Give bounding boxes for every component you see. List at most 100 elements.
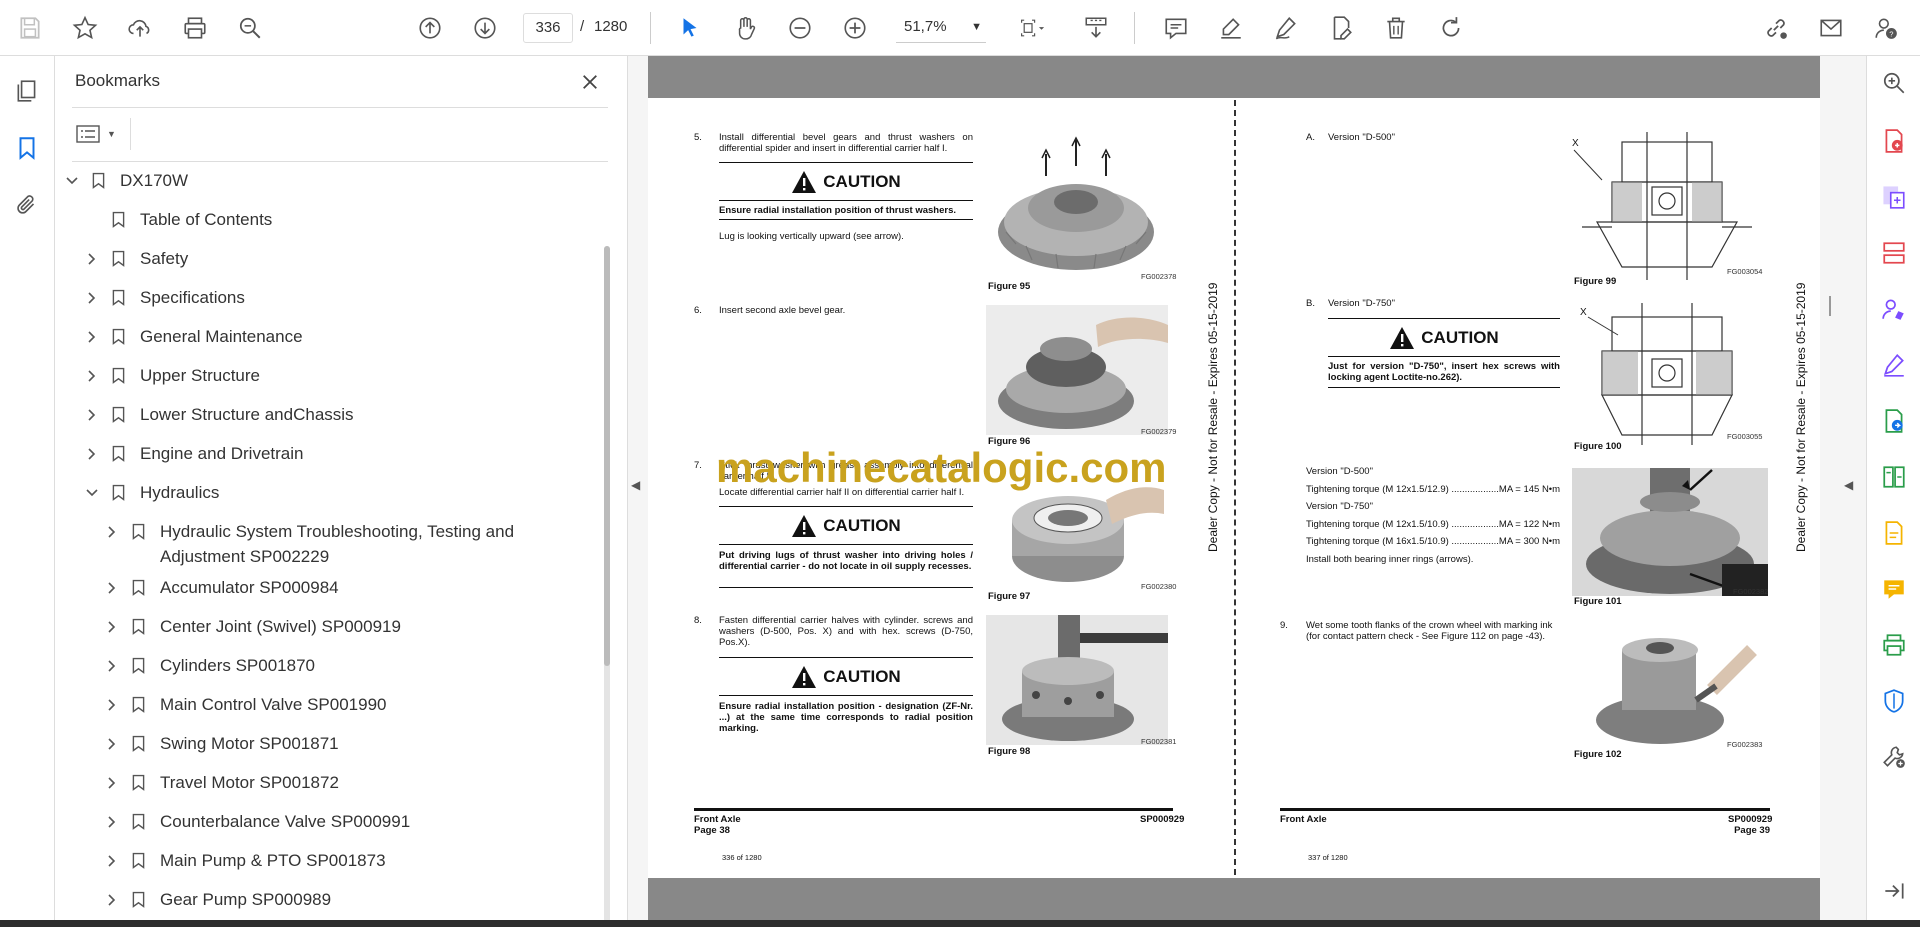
- page-number-input[interactable]: 336: [523, 13, 573, 43]
- collapse-tools-icon[interactable]: [1879, 876, 1909, 906]
- zoom-out-icon[interactable]: [782, 10, 818, 46]
- create-pdf-icon[interactable]: [1879, 182, 1909, 212]
- step-text: Fasten differential carrier halves with …: [719, 615, 973, 648]
- previous-page-icon[interactable]: [412, 10, 448, 46]
- chevron-right-icon[interactable]: [104, 692, 120, 717]
- redo-icon[interactable]: [1433, 10, 1469, 46]
- bookmark-item[interactable]: Hydraulics: [84, 480, 219, 505]
- bookmark-item[interactable]: Main Control Valve SP001990: [104, 692, 530, 717]
- bookmark-item[interactable]: Lower Structure andChassis: [84, 402, 354, 427]
- bookmark-item[interactable]: Accumulator SP000984: [104, 575, 530, 600]
- organize-pages-icon[interactable]: [1879, 238, 1909, 268]
- next-page-icon[interactable]: [467, 10, 503, 46]
- os-taskbar-strip: [0, 920, 1920, 927]
- protect-icon[interactable]: [1879, 686, 1909, 716]
- step-text: Install differential bevel gears and thr…: [719, 132, 973, 154]
- edit-text-icon[interactable]: [1323, 10, 1359, 46]
- account-help-icon[interactable]: ?: [1868, 10, 1904, 46]
- search-icon[interactable]: [232, 10, 268, 46]
- bookmark-item[interactable]: Cylinders SP001870: [104, 653, 530, 678]
- bookmark-options-button[interactable]: ▼: [76, 120, 120, 148]
- export-file-icon[interactable]: [1879, 406, 1909, 436]
- bookmark-item[interactable]: Counterbalance Valve SP000991: [104, 809, 530, 834]
- bookmark-icon: [130, 848, 146, 873]
- draw-pen-icon[interactable]: [1268, 10, 1304, 46]
- scrollbar-thumb[interactable]: [604, 246, 610, 666]
- bookmark-icon: [90, 168, 106, 193]
- compare-files-icon[interactable]: [1879, 462, 1909, 492]
- bookmarks-panel-icon[interactable]: [10, 131, 44, 165]
- bookmark-item[interactable]: Travel Motor SP001872: [104, 770, 530, 795]
- comment-icon[interactable]: [1158, 10, 1194, 46]
- bookmark-icon: [110, 363, 126, 388]
- zoom-in-icon[interactable]: [837, 10, 873, 46]
- upload-icon[interactable]: [122, 10, 158, 46]
- print-production-icon[interactable]: [1879, 630, 1909, 660]
- chevron-right-icon[interactable]: [104, 809, 120, 834]
- zoom-select[interactable]: 51,7% ▼: [896, 13, 986, 43]
- chevron-right-icon[interactable]: [104, 848, 120, 873]
- save-icon[interactable]: [12, 10, 48, 46]
- bookmark-item[interactable]: Table of Contents: [84, 207, 272, 232]
- bookmark-label: Gear Pump SP000989: [160, 890, 332, 909]
- chevron-right-icon[interactable]: [84, 363, 100, 388]
- star-icon[interactable]: [67, 10, 103, 46]
- bookmark-item[interactable]: Hydraulic System Troubleshooting, Testin…: [104, 519, 530, 569]
- bookmark-item[interactable]: DX170W: [64, 168, 188, 193]
- close-icon[interactable]: [576, 68, 604, 96]
- chevron-down-icon[interactable]: [64, 168, 80, 193]
- footer-rule: [1280, 808, 1770, 811]
- chevron-right-icon[interactable]: [104, 575, 120, 600]
- step-number: 5.: [694, 132, 702, 143]
- edit-pdf-icon[interactable]: [1879, 518, 1909, 548]
- comment-tool-icon[interactable]: [1879, 574, 1909, 604]
- request-signature-icon[interactable]: [1879, 294, 1909, 324]
- bookmarks-scrollbar[interactable]: [604, 246, 610, 927]
- panel-divider: [72, 161, 608, 162]
- bookmark-item[interactable]: Center Joint (Swivel) SP000919: [104, 614, 530, 639]
- export-pdf-icon[interactable]: [1879, 126, 1909, 156]
- chevron-right-icon[interactable]: [84, 285, 100, 310]
- chevron-right-icon[interactable]: [84, 324, 100, 349]
- page-thumbnails-icon[interactable]: [10, 74, 44, 108]
- page-counter: 336 of 1280: [722, 853, 762, 862]
- select-cursor-icon[interactable]: [672, 10, 708, 46]
- bookmark-tree: DX170W Table of Contents Safety Specificati…: [56, 168, 596, 927]
- chevron-right-icon[interactable]: [84, 402, 100, 427]
- attachments-icon[interactable]: [10, 188, 44, 222]
- panel-resize-handle[interactable]: [1829, 296, 1831, 316]
- highlight-icon[interactable]: [1213, 10, 1249, 46]
- collapse-right-panel-icon[interactable]: ◀: [1844, 478, 1853, 492]
- chevron-right-icon[interactable]: [104, 731, 120, 756]
- bookmark-item[interactable]: Upper Structure: [84, 363, 260, 388]
- share-link-icon[interactable]: [1758, 10, 1794, 46]
- bookmark-icon: [110, 246, 126, 271]
- trash-icon[interactable]: [1378, 10, 1414, 46]
- version-label: B.: [1306, 298, 1315, 309]
- bookmark-item[interactable]: Swing Motor SP001871: [104, 731, 530, 756]
- bookmark-item[interactable]: Engine and Drivetrain: [84, 441, 303, 466]
- bookmark-item[interactable]: Main Pump & PTO SP001873: [104, 848, 530, 873]
- chevron-right-icon[interactable]: [104, 770, 120, 795]
- figure-id: FG002381: [1141, 737, 1177, 746]
- chevron-right-icon[interactable]: [104, 614, 120, 639]
- chevron-right-icon[interactable]: [84, 441, 100, 466]
- fill-sign-icon[interactable]: [1879, 350, 1909, 380]
- page-fit-icon[interactable]: [1008, 10, 1056, 46]
- collapse-left-panel-icon[interactable]: ◀: [631, 478, 640, 492]
- print-icon[interactable]: [177, 10, 213, 46]
- hand-tool-icon[interactable]: [727, 10, 763, 46]
- bookmark-item[interactable]: Specifications: [84, 285, 245, 310]
- chevron-down-icon[interactable]: [84, 480, 100, 505]
- scroll-mode-icon[interactable]: [1078, 10, 1114, 46]
- chevron-right-icon[interactable]: [84, 246, 100, 271]
- chevron-right-icon[interactable]: [104, 653, 120, 678]
- more-tools-icon[interactable]: [1879, 742, 1909, 772]
- bookmark-item[interactable]: General Maintenance: [84, 324, 303, 349]
- chevron-right-icon[interactable]: [104, 519, 120, 544]
- bookmark-item[interactable]: Safety: [84, 246, 188, 271]
- chevron-right-icon[interactable]: [104, 887, 120, 912]
- zoom-search-icon[interactable]: [1879, 68, 1909, 98]
- bookmark-item[interactable]: Gear Pump SP000989: [104, 887, 530, 912]
- email-icon[interactable]: [1813, 10, 1849, 46]
